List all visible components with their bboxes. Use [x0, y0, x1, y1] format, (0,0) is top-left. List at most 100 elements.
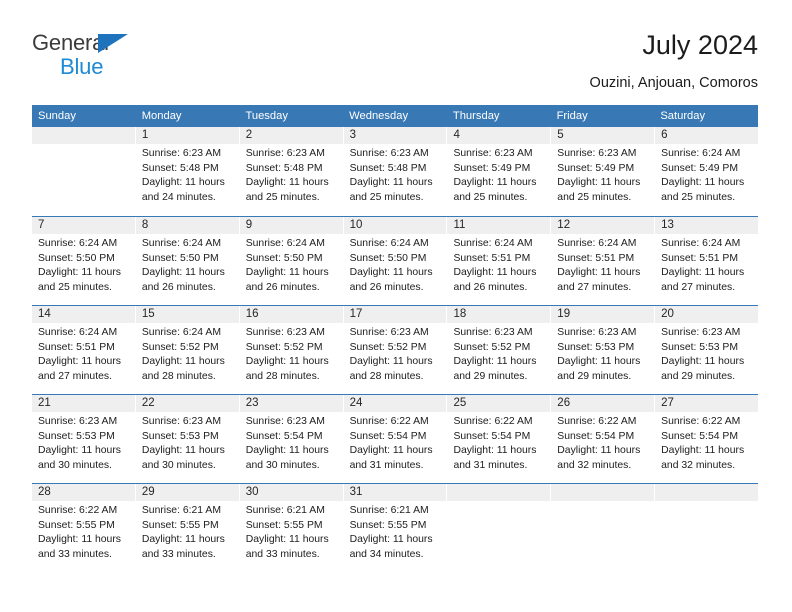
day-number: 25 — [447, 395, 551, 412]
sunset-text: Sunset: 5:50 PM — [38, 252, 115, 264]
day-details — [551, 501, 655, 572]
calendar-day-cell[interactable]: 8 Sunrise: 6:24 AM Sunset: 5:50 PM Daylight… — [135, 217, 240, 305]
day-number: 18 — [447, 306, 551, 323]
daylight-text-line1: Daylight: 11 hours — [661, 177, 745, 189]
day-details: Sunrise: 6:21 AM Sunset: 5:55 PM Daylight:… — [239, 501, 343, 572]
sunrise-text: Sunrise: 6:24 AM — [661, 238, 741, 249]
calendar-day-cell-empty — [32, 127, 136, 216]
calendar-day-cell[interactable]: 18 Sunrise: 6:23 AM Sunset: 5:52 PM Dayligh… — [447, 306, 552, 394]
daylight-text-line2: and 33 minutes. — [38, 548, 112, 560]
calendar-day-cell[interactable]: 13 Sunrise: 6:24 AM Sunset: 5:51 PM Dayligh… — [655, 217, 759, 305]
daylight-text-line1: Daylight: 11 hours — [453, 177, 537, 189]
sunset-text: Sunset: 5:54 PM — [453, 430, 531, 442]
calendar-day-cell[interactable]: 11 Sunrise: 6:24 AM Sunset: 5:51 PM Dayligh… — [447, 217, 552, 305]
calendar-day-cell[interactable]: 9 Sunrise: 6:24 AM Sunset: 5:50 PM Daylight… — [239, 217, 344, 305]
daylight-text-line2: and 25 minutes. — [38, 281, 112, 293]
daylight-text-line2: and 25 minutes. — [557, 191, 632, 203]
calendar-grid: Sunday Monday Tuesday Wednesday Thursday Frid… — [32, 105, 759, 572]
calendar-day-cell[interactable]: 7 Sunrise: 6:24 AM Sunset: 5:50 PM Daylight… — [32, 217, 136, 305]
sunset-text: Sunset: 5:52 PM — [453, 341, 531, 353]
calendar-day-cell[interactable]: 15 Sunrise: 6:24 AM Sunset: 5:52 PM Dayligh… — [135, 306, 240, 394]
calendar-day-cell[interactable]: 6 Sunrise: 6:24 AM Sunset: 5:49 PM Daylight… — [655, 127, 759, 216]
day-number: 4 — [447, 127, 551, 144]
daylight-text-line2: and 28 minutes. — [349, 370, 424, 382]
daylight-text-line1: Daylight: 11 hours — [245, 177, 329, 189]
day-number — [447, 484, 551, 501]
calendar-day-cell[interactable]: 5 Sunrise: 6:23 AM Sunset: 5:49 PM Daylight… — [551, 127, 656, 216]
calendar-day-cell[interactable]: 30 Sunrise: 6:21 AM Sunset: 5:55 PM Dayligh… — [239, 484, 344, 572]
sunrise-text: Sunrise: 6:24 AM — [349, 238, 429, 249]
calendar-day-cell[interactable]: 14 Sunrise: 6:24 AM Sunset: 5:51 PM Dayligh… — [32, 306, 136, 394]
calendar-day-cell[interactable]: 25 Sunrise: 6:22 AM Sunset: 5:54 PM Dayligh… — [447, 395, 552, 483]
calendar-day-cell[interactable]: 23 Sunrise: 6:23 AM Sunset: 5:54 PM Dayligh… — [239, 395, 344, 483]
calendar-day-cell[interactable]: 1 Sunrise: 6:23 AM Sunset: 5:48 PM Daylight… — [135, 127, 240, 216]
sunset-text: Sunset: 5:49 PM — [453, 162, 531, 174]
sunset-text: Sunset: 5:53 PM — [38, 430, 115, 442]
calendar-day-cell[interactable]: 17 Sunrise: 6:23 AM Sunset: 5:52 PM Dayligh… — [343, 306, 448, 394]
calendar-day-cell[interactable]: 31 Sunrise: 6:21 AM Sunset: 5:55 PM Dayligh… — [343, 484, 448, 572]
daylight-text-line2: and 30 minutes. — [38, 459, 112, 471]
calendar-week-row: 21 Sunrise: 6:23 AM Sunset: 5:53 PM Dayligh… — [32, 394, 759, 483]
sunset-text: Sunset: 5:54 PM — [245, 430, 323, 442]
day-details: Sunrise: 6:22 AM Sunset: 5:55 PM Daylight:… — [32, 501, 135, 572]
day-details: Sunrise: 6:24 AM Sunset: 5:50 PM Daylight:… — [239, 234, 343, 305]
day-details: Sunrise: 6:23 AM Sunset: 5:53 PM Daylight:… — [655, 323, 759, 394]
calendar-day-cell[interactable]: 20 Sunrise: 6:23 AM Sunset: 5:53 PM Dayligh… — [655, 306, 759, 394]
day-number: 9 — [239, 217, 343, 234]
calendar-day-cell[interactable]: 22 Sunrise: 6:23 AM Sunset: 5:53 PM Dayligh… — [135, 395, 240, 483]
daylight-text-line2: and 34 minutes. — [349, 548, 424, 560]
sunset-text: Sunset: 5:54 PM — [661, 430, 738, 442]
daylight-text-line2: and 26 minutes. — [349, 281, 424, 293]
calendar-day-cell[interactable]: 28 Sunrise: 6:22 AM Sunset: 5:55 PM Dayligh… — [32, 484, 136, 572]
calendar-day-cell[interactable]: 10 Sunrise: 6:24 AM Sunset: 5:50 PM Dayligh… — [343, 217, 448, 305]
general-blue-logo[interactable]: General Blue — [32, 32, 128, 78]
calendar-day-cell[interactable]: 26 Sunrise: 6:22 AM Sunset: 5:54 PM Dayligh… — [551, 395, 656, 483]
page-header: General Blue July 2024 Ouzini, Anjouan, … — [32, 28, 758, 100]
sunset-text: Sunset: 5:52 PM — [349, 341, 427, 353]
sunrise-text: Sunrise: 6:23 AM — [245, 327, 325, 338]
daylight-text-line1: Daylight: 11 hours — [141, 445, 225, 457]
calendar-day-cell-empty — [655, 484, 759, 572]
day-details: Sunrise: 6:24 AM Sunset: 5:49 PM Daylight:… — [655, 144, 759, 216]
sunrise-text: Sunrise: 6:23 AM — [661, 327, 741, 338]
page-title: July 2024 — [642, 30, 758, 60]
daylight-text-line2: and 25 minutes. — [661, 191, 736, 203]
daylight-text-line1: Daylight: 11 hours — [245, 445, 329, 457]
calendar-day-cell[interactable]: 27 Sunrise: 6:22 AM Sunset: 5:54 PM Dayligh… — [655, 395, 759, 483]
daylight-text-line1: Daylight: 11 hours — [453, 267, 537, 279]
sunrise-text: Sunrise: 6:24 AM — [141, 327, 221, 338]
day-details: Sunrise: 6:24 AM Sunset: 5:52 PM Daylight:… — [135, 323, 239, 394]
day-number: 27 — [655, 395, 759, 412]
weekday-header-saturday: Saturday — [660, 110, 706, 122]
day-details: Sunrise: 6:22 AM Sunset: 5:54 PM Daylight:… — [343, 412, 447, 483]
day-number: 30 — [239, 484, 343, 501]
sunrise-text: Sunrise: 6:24 AM — [453, 238, 533, 249]
logo-triangle-icon — [98, 34, 128, 53]
day-details: Sunrise: 6:24 AM Sunset: 5:50 PM Daylight:… — [135, 234, 239, 305]
calendar-day-cell[interactable]: 19 Sunrise: 6:23 AM Sunset: 5:53 PM Dayligh… — [551, 306, 656, 394]
calendar-day-cell[interactable]: 29 Sunrise: 6:21 AM Sunset: 5:55 PM Dayligh… — [135, 484, 240, 572]
calendar-day-cell[interactable]: 2 Sunrise: 6:23 AM Sunset: 5:48 PM Daylight… — [239, 127, 344, 216]
calendar-day-cell[interactable]: 4 Sunrise: 6:23 AM Sunset: 5:49 PM Daylight… — [447, 127, 552, 216]
sunrise-text: Sunrise: 6:22 AM — [349, 416, 429, 427]
calendar-day-cell[interactable]: 3 Sunrise: 6:23 AM Sunset: 5:48 PM Daylight… — [343, 127, 448, 216]
calendar-day-cell[interactable]: 16 Sunrise: 6:23 AM Sunset: 5:52 PM Dayligh… — [239, 306, 344, 394]
daylight-text-line2: and 24 minutes. — [141, 191, 216, 203]
sunset-text: Sunset: 5:55 PM — [349, 519, 427, 531]
day-number: 20 — [655, 306, 759, 323]
day-number — [551, 484, 655, 501]
daylight-text-line1: Daylight: 11 hours — [141, 177, 225, 189]
sunrise-text: Sunrise: 6:24 AM — [245, 238, 325, 249]
calendar-day-cell[interactable]: 12 Sunrise: 6:24 AM Sunset: 5:51 PM Dayligh… — [551, 217, 656, 305]
day-number: 7 — [32, 217, 135, 234]
day-number: 29 — [135, 484, 239, 501]
calendar-day-cell[interactable]: 21 Sunrise: 6:23 AM Sunset: 5:53 PM Dayligh… — [32, 395, 136, 483]
calendar-day-cell[interactable]: 24 Sunrise: 6:22 AM Sunset: 5:54 PM Dayligh… — [343, 395, 448, 483]
day-details: Sunrise: 6:24 AM Sunset: 5:51 PM Daylight:… — [551, 234, 655, 305]
day-details — [32, 144, 135, 216]
daylight-text-line2: and 30 minutes. — [245, 459, 320, 471]
daylight-text-line1: Daylight: 11 hours — [557, 445, 641, 457]
day-number: 11 — [447, 217, 551, 234]
sunrise-text: Sunrise: 6:22 AM — [453, 416, 533, 427]
daylight-text-line1: Daylight: 11 hours — [38, 267, 121, 279]
